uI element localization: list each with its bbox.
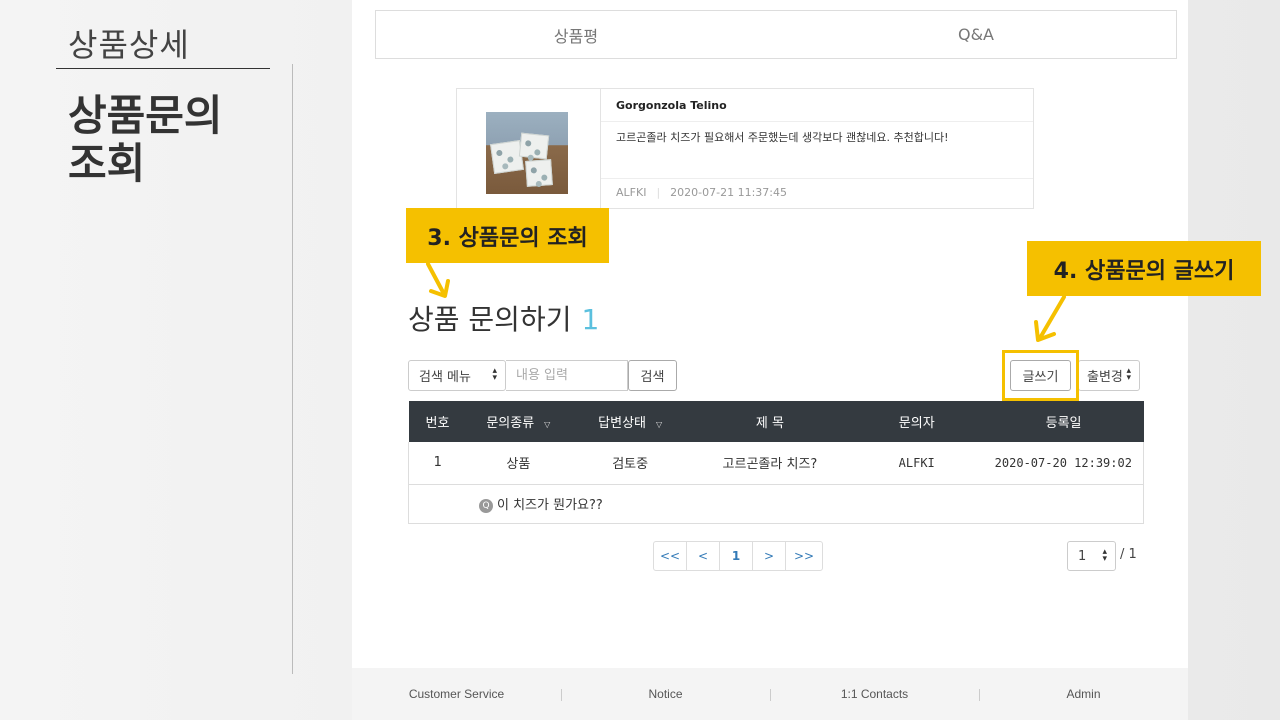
page-prev-button[interactable]: < <box>687 542 720 570</box>
row-date: 2020-07-20 12:39:02 <box>983 442 1144 485</box>
row-status: 검토중 <box>570 442 691 485</box>
question-icon: Q <box>479 499 493 513</box>
page-first-button[interactable]: << <box>654 542 687 570</box>
cheese-block <box>525 159 553 187</box>
col-type[interactable]: 문의종류 ▽ <box>466 401 571 442</box>
qna-count: 1 <box>581 303 600 336</box>
question-cell: Q 이 치즈가 뭔가요?? <box>408 484 1144 524</box>
col-status-label: 답변상태 <box>598 416 646 431</box>
question-text: 이 치즈가 뭔가요?? <box>497 498 603 513</box>
page-select[interactable]: 1 ▴ ▾ <box>1067 541 1116 571</box>
search-input[interactable] <box>506 360 628 391</box>
callout-write-inquiry: 4. 상품문의 글쓰기 <box>1027 241 1261 296</box>
footer-customer-service[interactable]: Customer Service <box>352 687 561 701</box>
product-thumbnail <box>486 112 568 194</box>
sort-select[interactable]: 출변경 ▴ ▾ <box>1078 360 1140 391</box>
qna-title-text: 상품 문의하기 <box>408 303 572 336</box>
select-caret-icon: ▴ ▾ <box>492 366 497 383</box>
qna-section-title: 상품 문의하기 1 <box>408 298 599 338</box>
col-status[interactable]: 답변상태 ▽ <box>570 401 691 442</box>
question-row: Q 이 치즈가 뭔가요?? <box>408 484 1144 524</box>
sort-select-value: 출변경 <box>1087 370 1123 385</box>
row-number: 1 <box>408 442 467 485</box>
select-caret-icon: ▴ ▾ <box>1126 366 1131 383</box>
col-type-label: 문의종류 <box>486 416 535 431</box>
detail-tabs: 상품평 Q&A <box>375 10 1177 59</box>
row-subject[interactable]: 고르곤졸라 치즈? <box>690 442 850 485</box>
slide-title: 상품문의 조회 <box>68 91 223 188</box>
table-row[interactable]: 1 상품 검토중 고르곤졸라 치즈? ALFKI 2020-07-20 12:3… <box>408 442 1144 485</box>
review-date: 2020-07-21 11:37:45 <box>670 186 787 199</box>
search-button[interactable]: 검색 <box>628 360 677 391</box>
col-subject: 제 목 <box>690 401 850 442</box>
tab-reviews[interactable]: 상품평 <box>376 11 776 58</box>
page-next-button[interactable]: > <box>753 542 786 570</box>
review-divider <box>601 178 1033 179</box>
review-meta: ALFKI | 2020-07-21 11:37:45 <box>616 186 787 199</box>
table-header-row: 번호 문의종류 ▽ 답변상태 ▽ 제 목 문의자 등록일 <box>408 401 1144 442</box>
footer-contacts[interactable]: 1:1 Contacts <box>770 687 979 701</box>
filter-caret-icon[interactable]: ▽ <box>656 420 662 429</box>
slide-subtitle: 상품상세 <box>68 26 190 64</box>
footer-admin[interactable]: Admin <box>979 687 1188 701</box>
search-menu-value: 검색 메뉴 <box>419 370 471 385</box>
cheese-block <box>518 132 550 160</box>
review-divider <box>601 121 1033 122</box>
select-caret-icon: ▴ ▾ <box>1102 547 1107 564</box>
review-author: ALFKI <box>616 186 647 199</box>
page-select-value: 1 <box>1078 548 1087 564</box>
cheese-block <box>490 140 524 174</box>
page-last-button[interactable]: >> <box>786 542 822 570</box>
review-card: Gorgonzola Telino 고르곤졸라 치즈가 필요해서 주문했는데 생… <box>456 88 1034 209</box>
slide-divider <box>56 68 270 69</box>
row-author: ALFKI <box>849 442 984 485</box>
meta-separator: | <box>656 186 661 199</box>
col-author: 문의자 <box>849 401 984 442</box>
footer: Customer Service Notice 1:1 Contacts Adm… <box>352 668 1188 720</box>
review-divider <box>600 89 601 208</box>
col-number: 번호 <box>408 401 467 442</box>
write-button-highlight <box>1002 350 1079 401</box>
search-menu-select[interactable]: 검색 메뉴 ▴ ▾ <box>408 360 506 391</box>
callout-view-inquiry: 3. 상품문의 조회 <box>406 208 609 263</box>
qna-table: 번호 문의종류 ▽ 답변상태 ▽ 제 목 문의자 등록일 1 상품 검토중 고르곤졸… <box>408 401 1144 524</box>
row-type: 상품 <box>466 442 571 485</box>
filter-caret-icon[interactable]: ▽ <box>544 420 550 429</box>
tab-qna[interactable]: Q&A <box>776 11 1176 58</box>
footer-notice[interactable]: Notice <box>561 687 770 701</box>
slide-vertical-divider <box>292 64 293 674</box>
pagination: << < 1 > >> <box>653 541 823 571</box>
col-date: 등록일 <box>983 401 1144 442</box>
review-content: 고르곤졸라 치즈가 필요해서 주문했는데 생각보다 괜찮네요. 추천합니다! <box>616 131 949 144</box>
review-product-name: Gorgonzola Telino <box>616 99 727 112</box>
page-total: / 1 <box>1120 547 1137 562</box>
page-number-button[interactable]: 1 <box>720 542 753 570</box>
